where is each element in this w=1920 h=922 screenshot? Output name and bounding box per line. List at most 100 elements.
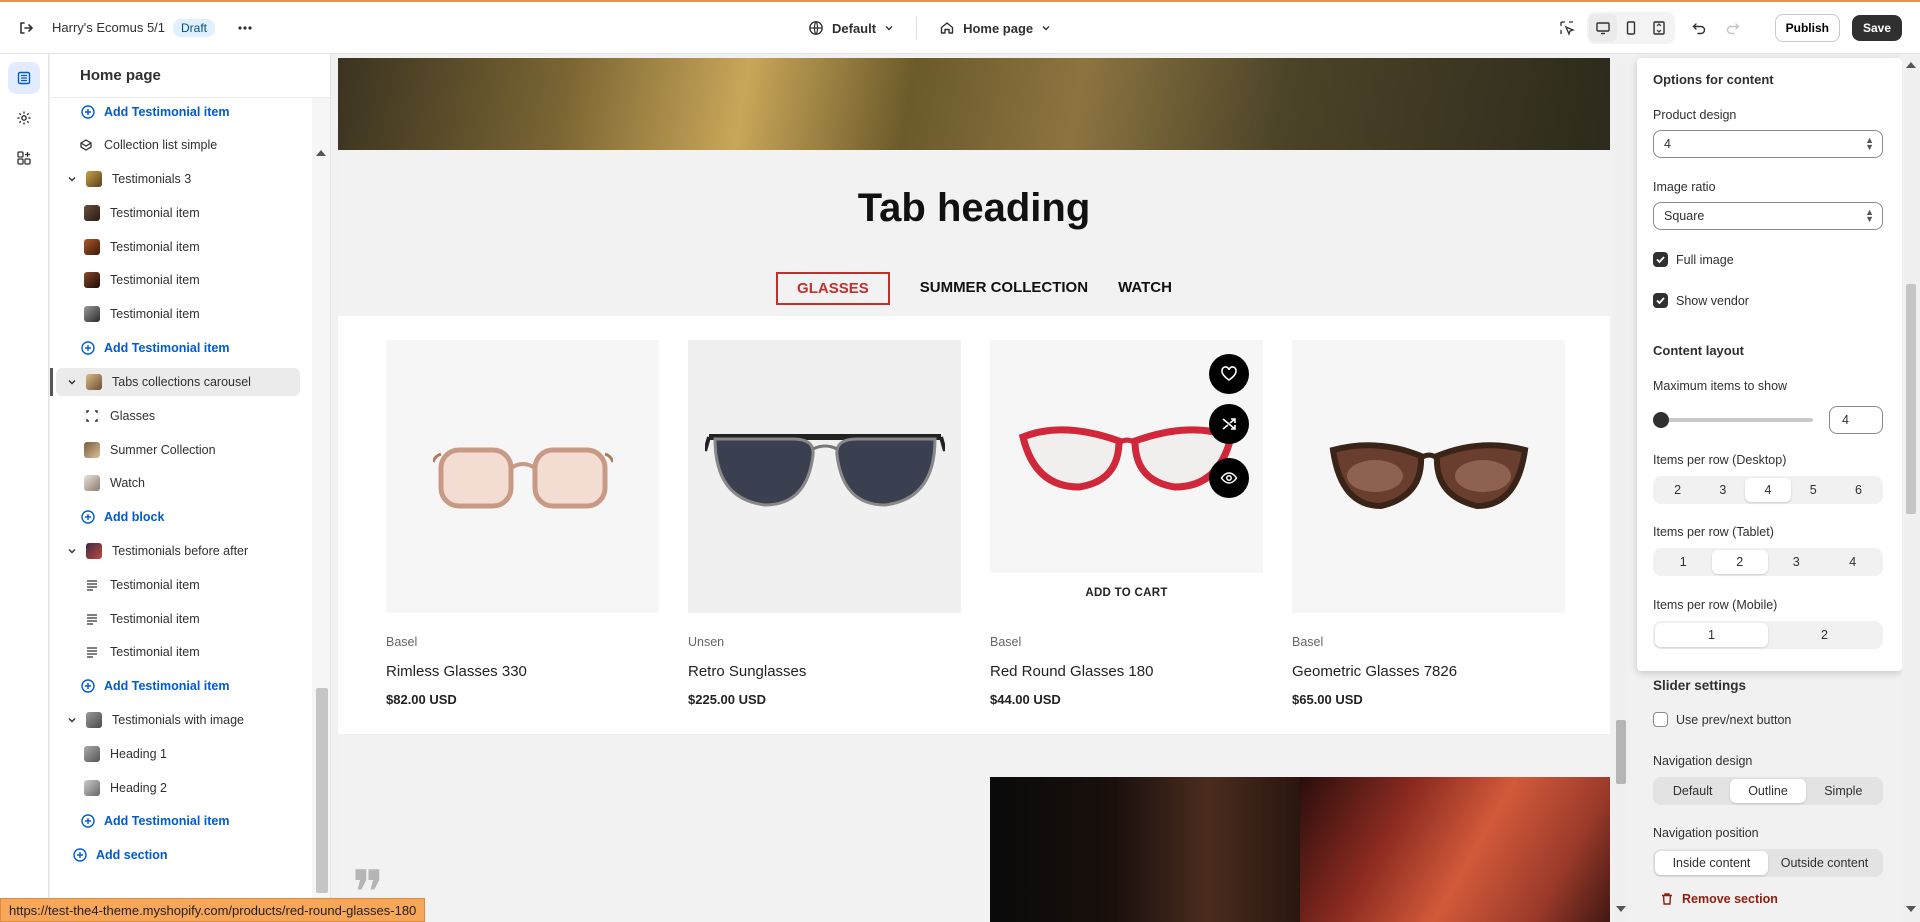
quick-view-button[interactable] (1209, 458, 1249, 498)
nav-design-option[interactable]: Default (1655, 779, 1730, 803)
add-section-button[interactable]: Add section (50, 841, 300, 869)
per-row-option[interactable]: 3 (1700, 478, 1745, 502)
slider-handle[interactable] (1653, 412, 1669, 428)
product-image[interactable]: ADD TO CART (990, 340, 1263, 613)
per-row-option[interactable]: 6 (1836, 478, 1881, 502)
sidebar-item-testimonial[interactable]: Testimonial item (50, 300, 300, 328)
product-name[interactable]: Geometric Glasses 7826 (1292, 663, 1565, 680)
sidebar-item-watch[interactable]: Watch (50, 469, 300, 497)
add-testimonial-item-button[interactable]: Add Testimonial item (50, 334, 300, 362)
nav-position-option[interactable]: Outside content (1768, 851, 1881, 875)
product-image[interactable] (1292, 340, 1565, 613)
exit-button[interactable] (0, 2, 52, 53)
chevron-down-icon[interactable] (64, 715, 80, 725)
apps-nav-button[interactable] (8, 142, 40, 174)
scroll-up-arrow[interactable] (316, 150, 326, 156)
per-row-option[interactable]: 1 (1655, 623, 1768, 647)
product-name[interactable]: Rimless Glasses 330 (386, 663, 659, 680)
sidebar-item-tabs-collections-carousel[interactable]: Tabs collections carousel (56, 368, 300, 396)
preview-scrollbar[interactable] (1613, 58, 1629, 922)
sidebar-item-testimonial[interactable]: Testimonial item (50, 638, 300, 666)
product-card[interactable]: Basel Geometric Glasses 7826 $65.00 USD (1292, 340, 1565, 707)
sidebar-item-heading-1[interactable]: Heading 1 (50, 740, 300, 768)
wishlist-button[interactable] (1209, 354, 1249, 394)
sidebar-item-testimonials-with-image[interactable]: Testimonials with image (50, 706, 300, 734)
per-row-option[interactable]: 4 (1745, 478, 1791, 502)
mobile-view-button[interactable] (1617, 14, 1645, 42)
compare-button[interactable] (1209, 404, 1249, 444)
add-testimonial-item-button[interactable]: Add Testimonial item (50, 807, 300, 835)
product-card[interactable]: ADD TO CART Basel Red Round Glasses 180 … (990, 340, 1263, 707)
nav-design-option[interactable]: Outline (1730, 779, 1806, 803)
sidebar-item-testimonial[interactable]: Testimonial item (50, 605, 300, 633)
theme-settings-nav-button[interactable] (8, 102, 40, 134)
scroll-up-arrow[interactable] (1906, 62, 1916, 68)
remove-section-button[interactable]: Remove section (1660, 892, 1778, 906)
publish-button[interactable]: Publish (1774, 14, 1840, 42)
checkbox-checked[interactable] (1653, 252, 1668, 267)
prev-next-checkbox[interactable]: Use prev/next button (1653, 712, 1791, 727)
product-card[interactable]: Unsen Retro Sunglasses $225.00 USD (688, 340, 961, 707)
checkbox-checked[interactable] (1653, 293, 1668, 308)
per-row-option[interactable]: 1 (1655, 550, 1712, 574)
apps-icon (17, 151, 31, 165)
product-design-select[interactable]: 4 ▲ ▼ (1653, 130, 1883, 158)
scroll-thumb[interactable] (316, 688, 328, 893)
per-row-option[interactable]: 5 (1791, 478, 1836, 502)
image-ratio-select[interactable]: Square ▲ ▼ (1653, 202, 1883, 230)
tab-watch[interactable]: WATCH (1118, 272, 1172, 305)
scroll-thumb[interactable] (1906, 284, 1916, 514)
scroll-down-arrow[interactable] (1616, 906, 1626, 912)
product-card[interactable]: Basel Rimless Glasses 330 $82.00 USD (386, 340, 659, 707)
nav-position-option[interactable]: Inside content (1655, 851, 1768, 875)
save-button[interactable]: Save (1851, 15, 1902, 41)
chevron-down-icon[interactable] (64, 546, 80, 556)
chevron-down-icon[interactable] (64, 377, 80, 387)
show-vendor-checkbox[interactable]: Show vendor (1653, 293, 1749, 308)
sections-nav-button[interactable] (8, 62, 40, 94)
per-row-option[interactable]: 4 (1825, 550, 1882, 574)
sidebar-item-testimonial[interactable]: Testimonial item (50, 571, 300, 599)
desktop-view-button[interactable] (1588, 14, 1617, 42)
add-to-cart-button[interactable]: ADD TO CART (990, 573, 1263, 613)
sidebar-item-testimonial[interactable]: Testimonial item (50, 199, 300, 227)
sidebar-item-summer-collection[interactable]: Summer Collection (50, 436, 300, 464)
tab-summer-collection[interactable]: SUMMER COLLECTION (920, 272, 1088, 305)
sidebar-item-testimonial[interactable]: Testimonial item (50, 233, 300, 261)
checkbox[interactable] (1653, 712, 1668, 727)
max-items-input[interactable]: 4 (1829, 406, 1883, 434)
redo-button[interactable] (1719, 14, 1747, 42)
per-row-option[interactable]: 2 (1655, 478, 1700, 502)
inspector-button[interactable] (1553, 14, 1581, 42)
per-row-option[interactable]: 3 (1768, 550, 1825, 574)
settings-scrollbar[interactable] (1902, 54, 1920, 922)
scroll-down-arrow[interactable] (1906, 906, 1916, 912)
theme-selector[interactable]: Default (800, 14, 902, 42)
per-row-option[interactable]: 2 (1768, 623, 1881, 647)
tab-glasses[interactable]: GLASSES (776, 272, 890, 305)
product-image[interactable] (688, 340, 961, 613)
sidebar-item-testimonials-3[interactable]: Testimonials 3 (50, 165, 300, 193)
product-image[interactable] (386, 340, 659, 613)
page-selector[interactable]: Home page (931, 14, 1059, 42)
sidebar-item-collection-list-simple[interactable]: Collection list simple (50, 131, 300, 159)
add-testimonial-item-button[interactable]: Add Testimonial item (50, 98, 300, 126)
undo-button[interactable] (1685, 14, 1713, 42)
sidebar-scrollbar[interactable] (312, 98, 330, 922)
sidebar-item-heading-2[interactable]: Heading 2 (50, 774, 300, 802)
product-name[interactable]: Red Round Glasses 180 (990, 663, 1263, 680)
per-row-option[interactable]: 2 (1711, 550, 1768, 574)
fullscreen-view-button[interactable] (1645, 14, 1673, 42)
scroll-thumb[interactable] (1616, 720, 1626, 784)
add-block-button[interactable]: Add block (50, 503, 300, 531)
sidebar-item-testimonial[interactable]: Testimonial item (50, 266, 300, 294)
add-testimonial-item-button[interactable]: Add Testimonial item (50, 672, 300, 700)
sidebar-item-glasses[interactable]: Glasses (50, 402, 300, 430)
more-actions-button[interactable] (229, 12, 261, 44)
nav-design-option[interactable]: Simple (1806, 779, 1881, 803)
product-name[interactable]: Retro Sunglasses (688, 663, 961, 680)
full-image-checkbox[interactable]: Full image (1653, 252, 1734, 267)
max-items-slider[interactable] (1653, 412, 1813, 428)
chevron-down-icon[interactable] (64, 174, 80, 184)
sidebar-item-testimonials-before-after[interactable]: Testimonials before after (50, 537, 300, 565)
